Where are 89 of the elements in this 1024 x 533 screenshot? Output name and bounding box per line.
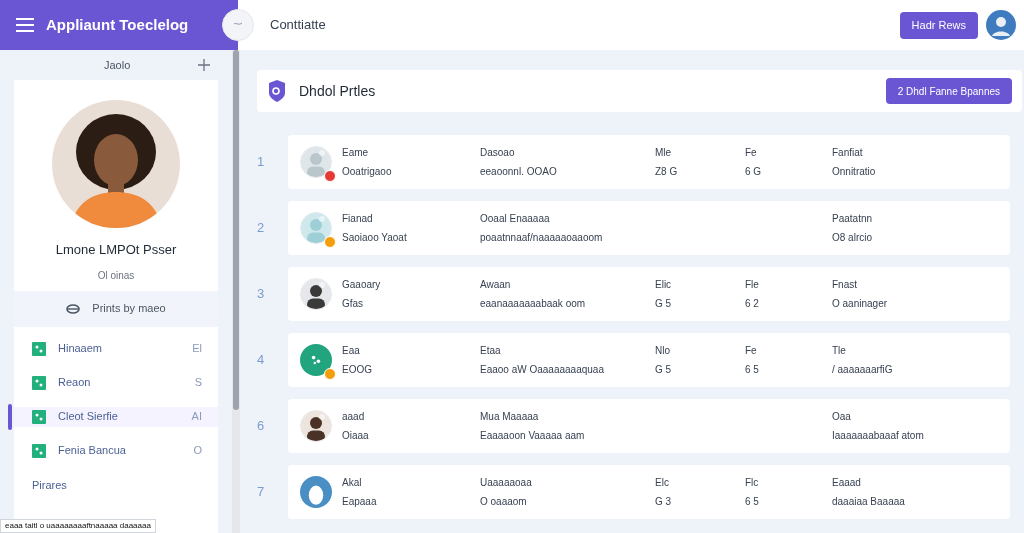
field-label: Awaan [480, 278, 512, 292]
field-value: 6 2 [745, 297, 760, 311]
field-value: eaanaaaaaaabaak oom [480, 297, 587, 311]
row-number: 3 [257, 285, 266, 304]
contact-card[interactable]: Eaa EOOG Etaa Eaaoo aW Oaaaaaaaaquaa Nlo G 5 Fe 6 5 Tle / aaaaaaarfiG [288, 333, 1010, 387]
contact-subtitle: Ooatrigaoo [342, 165, 392, 179]
field-value: / aaaaaaarfiG [832, 363, 894, 377]
field-value: poaatnnaaf/naaaaaoaaoom [480, 231, 604, 245]
field-label: Mle [655, 146, 673, 160]
field-label: Fle [745, 278, 760, 292]
field-label: Ooaal Enaaaaa [480, 212, 551, 226]
sidebar-heading: Jaolo [104, 57, 131, 73]
nav-item[interactable]: Reaon S [14, 372, 218, 393]
field-label: Elc [655, 476, 670, 490]
field-label: Nlo [655, 344, 671, 358]
selection-indicator [8, 403, 12, 430]
contact-card[interactable]: Gaaoary Gfas Awaan eaanaaaaaaabaak oom Elic G 5 Fle 6 2 Fnast O aaninager [288, 267, 1010, 321]
contact-subtitle: Gfas [342, 297, 365, 311]
contact-card[interactable]: aaad Oiaaa Mua Maaaaa Eaaaaoon Vaaaaa aam Oaa Iaaaaaaabaaaf atom [288, 399, 1010, 453]
shield-icon [267, 80, 287, 102]
field-value: 6 5 [745, 495, 760, 509]
field-value: G 5 [655, 297, 673, 311]
field-label: Oaa [832, 410, 852, 424]
profile-subtitle: Ol oinas [97, 268, 135, 283]
field-label: Uaaaaaoaa [480, 476, 533, 490]
field-value: Eaaaaoon Vaaaaa aam [480, 429, 586, 443]
contact-name: Fianad [342, 212, 374, 226]
contact-card[interactable]: Akal Eapaaa Uaaaaaoaa O oaaaom Elc G 3 Flc 6 5 Eaaad daaaiaa Baaaaa [288, 465, 1010, 519]
contact-card[interactable]: Eame Ooatrigaoo Dasoao eeaoonnl. OOAO Mle Z8 G Fe 6 G Fanfiat Onnitratio [288, 135, 1010, 189]
field-value: 6 G [745, 165, 763, 179]
field-label: Fe [745, 344, 758, 358]
profile-name: Lmone LMPOt Psser [55, 241, 177, 259]
field-label: Fanfiat [832, 146, 864, 160]
contact-subtitle: EOOG [342, 363, 372, 377]
field-value: Onnitratio [832, 165, 877, 179]
field-value: Eaaoo aW Oaaaaaaaaquaa [480, 363, 605, 377]
field-value: O8 alrcio [832, 231, 873, 245]
contact-name: aaad [342, 410, 366, 424]
menu-icon[interactable] [16, 18, 34, 32]
field-label: Etaa [480, 344, 502, 358]
contact-card[interactable]: Fianad Saoiaoo Yaoat Ooaal Enaaaaa poaatnnaaf/naaaaaoaaoom Paatatnn O8 alrcio [288, 201, 1010, 255]
row-number: 2 [257, 219, 266, 238]
row-number: 6 [257, 417, 266, 436]
field-value: Z8 G [655, 165, 679, 179]
nav-item-trailing: El [192, 341, 202, 357]
field-value: eeaoonnl. OOAO [480, 165, 558, 179]
field-label: Fe [745, 146, 758, 160]
field-label: Dasoao [480, 146, 516, 160]
field-value: G 3 [655, 495, 673, 509]
panel-button[interactable]: 2 Dhdl Fanne Bpannes [885, 78, 1012, 104]
user-avatar-icon[interactable] [986, 10, 1016, 40]
contact-name: Akal [342, 476, 363, 490]
link-icon [66, 303, 81, 314]
contact-subtitle: Saoiaoo Yaoat [342, 231, 407, 245]
field-value: O oaaaom [480, 495, 528, 509]
contact-name: Eaa [342, 344, 361, 358]
panel-title: Dhdol Prtles [299, 81, 376, 101]
profile-action-button[interactable]: Prints by maeo [14, 290, 218, 327]
nav-item-trailing: AI [191, 409, 202, 425]
header-button[interactable]: Hadr Rews [899, 11, 978, 39]
field-label: Elic [655, 278, 673, 292]
nav-item-trailing: O [193, 443, 202, 459]
field-label: Mua Maaaaa [480, 410, 540, 424]
field-value: Iaaaaaaabaaaf atom [832, 429, 925, 443]
nav-item[interactable]: Hinaaem El [14, 338, 218, 359]
contact-subtitle: Oiaaa [342, 429, 369, 443]
section-label: Pirares [31, 477, 67, 493]
field-label: Tle [832, 344, 847, 358]
tooltip: eaaa taitl o uaaaaaaaaftnaaaaa daaaaaa [0, 519, 156, 533]
nav-item-trailing: S [194, 375, 202, 391]
field-label: Paatatnn [832, 212, 874, 226]
row-number: 1 [257, 153, 266, 172]
plus-icon[interactable] [198, 59, 210, 71]
field-label: Flc [745, 476, 760, 490]
row-number: 7 [257, 483, 266, 502]
field-value: O aaninager [832, 297, 889, 311]
scrollbar-thumb[interactable] [233, 50, 239, 410]
nav-item[interactable]: Fenia Bancua O [14, 440, 218, 461]
field-value: G 5 [655, 363, 673, 377]
app-title: Appliaunt Toeclelog [46, 14, 189, 35]
field-label: Eaaad [832, 476, 862, 490]
contact-subtitle: Eapaaa [342, 495, 377, 509]
page-title: Conttiatte [270, 16, 326, 35]
contact-name: Eame [342, 146, 370, 160]
field-value: 6 5 [745, 363, 760, 377]
field-label: Fnast [832, 278, 858, 292]
field-value: daaaiaa Baaaaa [832, 495, 906, 509]
contact-name: Gaaoary [342, 278, 381, 292]
row-number: 4 [257, 351, 266, 370]
